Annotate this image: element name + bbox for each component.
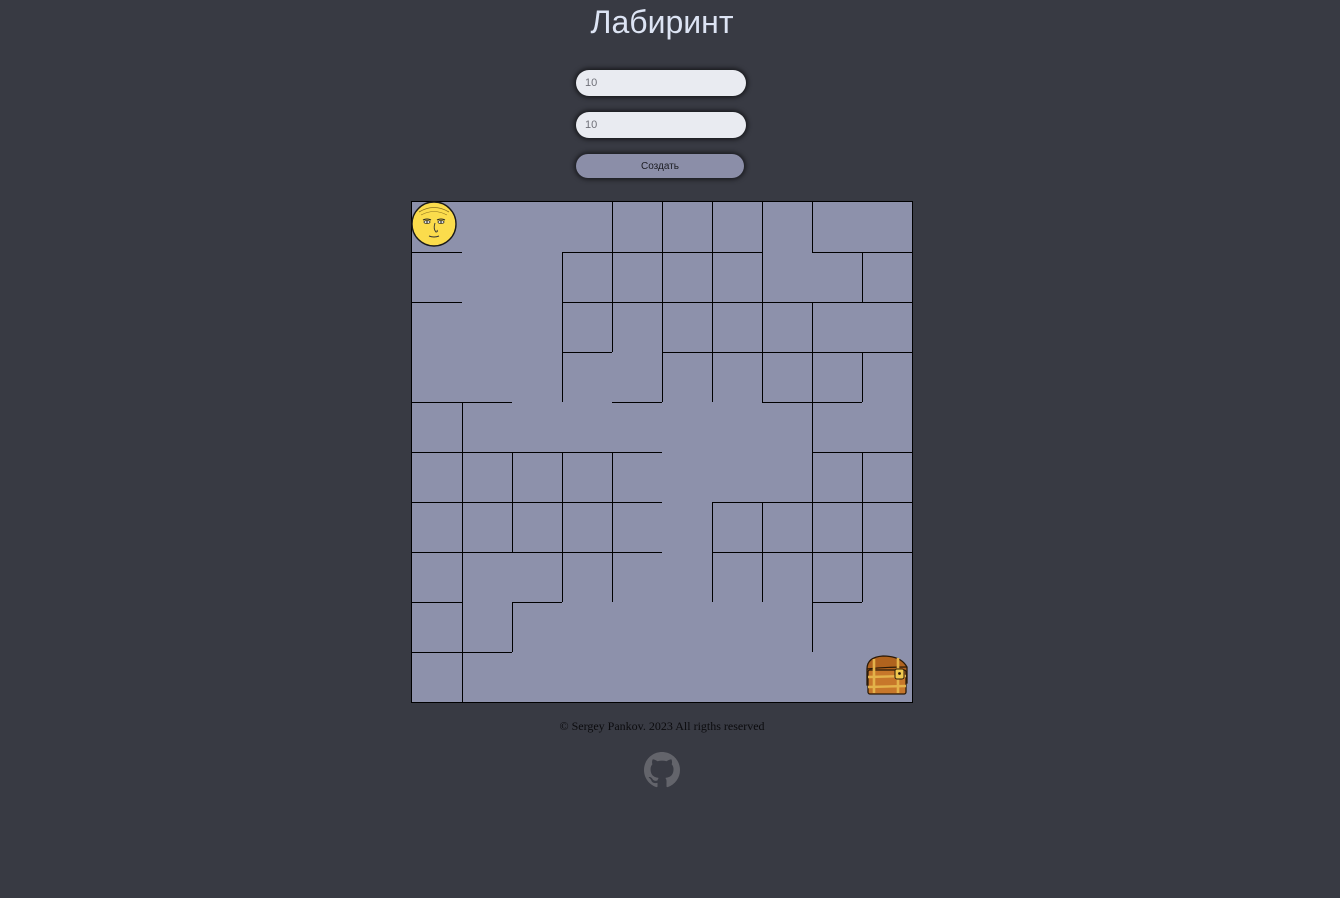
github-icon [644,752,680,788]
face-icon [411,201,457,247]
treasure-chest-icon [866,655,908,695]
page-title: Лабиринт [590,4,734,40]
goal [866,655,908,695]
maze-board[interactable] [411,201,913,703]
maze-grid [411,201,913,703]
columns-input[interactable] [576,112,746,138]
rows-input[interactable] [576,70,746,96]
player[interactable] [411,201,457,247]
footer-copyright: © Sergey Pankov. 2023 All rigths reserve… [559,719,765,733]
github-link[interactable] [644,752,680,788]
create-button[interactable]: Создать [576,154,744,178]
